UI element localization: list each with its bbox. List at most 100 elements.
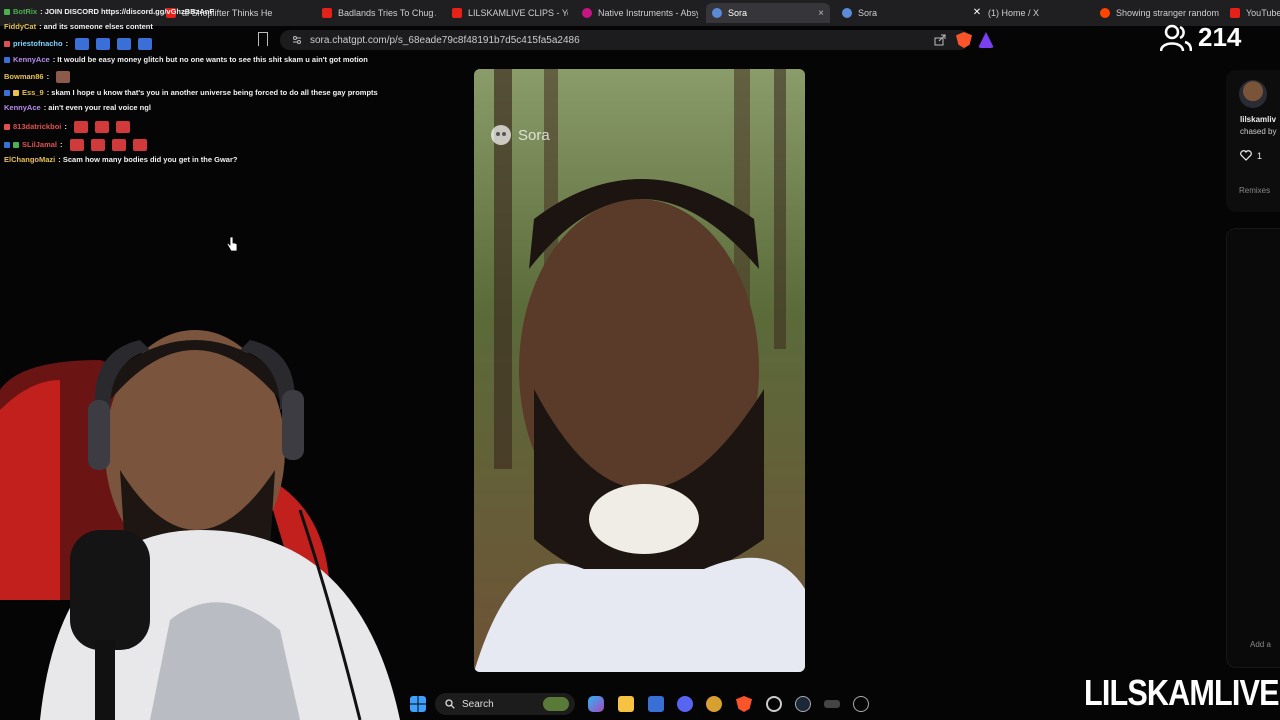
bot-badge-icon — [4, 8, 10, 15]
viewer-count-number: 214 — [1198, 22, 1242, 52]
chat-message: Ess_9 : skam I hope u know that's you in… — [4, 89, 378, 97]
chat-username: 813datrickboi — [13, 122, 62, 132]
sora-watermark-text: Sora — [518, 126, 550, 144]
reddit-icon — [1100, 8, 1110, 18]
sora-video-player[interactable] — [474, 69, 805, 672]
like-button[interactable]: 1 — [1240, 150, 1262, 161]
emote-icon — [90, 139, 105, 151]
tab-native-instruments[interactable]: Native Instruments - Absyn — [576, 3, 698, 23]
emote-icon — [94, 121, 109, 133]
store-icon[interactable] — [648, 696, 664, 712]
app-icon[interactable] — [824, 700, 840, 708]
chrome-icon[interactable] — [766, 696, 782, 712]
heart-icon — [1240, 150, 1252, 161]
video-frame-image — [474, 69, 805, 672]
channel-watermark: LILSKAMLIVE — [1084, 672, 1280, 713]
tab-title: Native Instruments - Absyn — [598, 8, 698, 18]
sub-badge-icon — [4, 56, 10, 63]
emote-icon — [69, 139, 84, 151]
emote-icon — [115, 121, 130, 133]
sora-favicon-icon — [842, 8, 852, 18]
tab-title: Showing stranger random — [1116, 8, 1220, 18]
chat-text: : skam I hope u know that's you in anoth… — [46, 88, 378, 97]
tab-x-home[interactable]: ✕ (1) Home / X — [966, 3, 1086, 23]
steam-icon[interactable] — [795, 696, 811, 712]
chat-username: priestofnacho — [13, 39, 63, 49]
windows-taskbar: Search — [405, 688, 875, 720]
youtube-icon — [452, 8, 462, 18]
chat-username: KennyAce — [13, 55, 50, 64]
emote-icon — [96, 38, 111, 50]
bookmark-icon[interactable] — [258, 32, 268, 46]
windows-start-icon[interactable] — [410, 696, 426, 712]
chat-message: ElChangoMazi : Scam how many bodies did … — [4, 156, 237, 164]
chat-text: : — [60, 140, 63, 150]
close-tab-icon[interactable]: × — [818, 8, 824, 19]
url-field[interactable]: sora.chatgpt.com/p/s_68eade79c8f48191b7d… — [280, 30, 970, 50]
vip-badge-icon — [13, 142, 19, 148]
chat-username: KennyAce — [4, 103, 41, 112]
tab-title: Sora — [728, 8, 748, 18]
tab-title: Sora — [858, 8, 878, 18]
remixes-label[interactable]: Remixes — [1239, 186, 1270, 195]
discord-icon[interactable] — [677, 696, 693, 712]
tab-reddit[interactable]: Showing stranger random — [1094, 3, 1220, 23]
copilot-icon[interactable] — [588, 696, 604, 712]
chat-message: priestofnacho : — [4, 38, 153, 50]
sub-badge-icon — [4, 89, 10, 96]
tab-title: LILSKAMLIVE CLIPS - YouTu — [468, 8, 568, 18]
chat-message: KennyAce : It would be easy money glitch… — [4, 56, 368, 64]
chat-text: : — [65, 39, 69, 49]
chat-message: FiddyCat : and its someone elses content — [4, 23, 153, 31]
address-bar-row: sora.chatgpt.com/p/s_68eade79c8f48191b7d… — [250, 28, 1010, 52]
tab-title: Badlands Tries To Chug A Pi — [338, 8, 436, 18]
share-icon[interactable] — [934, 34, 946, 46]
taskbar-search[interactable]: Search — [435, 693, 575, 715]
native-instruments-icon — [582, 8, 592, 18]
tab-youtube[interactable]: YouTube — [1224, 3, 1280, 23]
people-icon — [1160, 24, 1192, 51]
tab-sora-active[interactable]: Sora × — [706, 3, 830, 23]
youtube-icon — [322, 8, 332, 18]
tab-lilskamlive-clips[interactable]: LILSKAMLIVE CLIPS - YouTu — [446, 3, 568, 23]
chat-username: Bowman86 — [4, 72, 44, 82]
chat-text: : Scam how many bodies did you get in th… — [58, 155, 238, 164]
emote-icon — [117, 38, 132, 50]
comment-input[interactable]: Add a — [1250, 640, 1271, 649]
site-info-icon[interactable] — [292, 35, 302, 45]
tab-title: YouTube — [1246, 8, 1280, 18]
brave-icon[interactable] — [736, 696, 752, 712]
sora-favicon-icon — [712, 8, 722, 18]
sora-watermark: Sora — [490, 124, 550, 146]
comments-panel — [1226, 228, 1280, 668]
chat-text: : and its someone elses content — [39, 22, 153, 31]
chat-text: : — [46, 72, 50, 82]
chat-text: : — [64, 122, 67, 132]
widget-icon[interactable] — [543, 697, 569, 711]
4k-app-icon[interactable] — [853, 696, 869, 712]
post-author[interactable]: lilskamliv — [1240, 115, 1276, 124]
like-count: 1 — [1257, 150, 1263, 161]
emote-icon — [56, 71, 71, 83]
sub-badge-icon — [4, 124, 10, 130]
chat-text: : ain't even your real voice ngl — [43, 103, 151, 112]
hand-cursor-icon — [226, 236, 238, 252]
tab-badlands[interactable]: Badlands Tries To Chug A Pi — [316, 3, 436, 23]
emote-icon — [132, 139, 147, 151]
webcam-overlay — [0, 300, 410, 720]
chat-message: KennyAce : ain't even your real voice ng… — [4, 104, 151, 112]
avatar[interactable] — [1239, 80, 1267, 108]
chat-message: BotRix : JOIN DISCORD https://discord.gg… — [4, 8, 214, 16]
sub-badge-icon — [4, 142, 10, 148]
chat-username: FiddyCat — [4, 22, 37, 31]
sub-badge-icon — [4, 41, 10, 47]
chat-username: Ess_9 — [22, 88, 44, 97]
tab-sora[interactable]: Sora — [836, 3, 956, 23]
emote-icon — [73, 121, 88, 133]
chat-text: : JOIN DISCORD https://discord.gg/vGhzBB… — [40, 7, 214, 16]
app-icon[interactable] — [706, 696, 722, 712]
screen: al Shoplifter Thinks He Badlands Tries T… — [0, 0, 1280, 720]
brave-rewards-icon[interactable] — [978, 32, 994, 48]
youtube-icon — [1230, 8, 1240, 18]
file-explorer-icon[interactable] — [618, 696, 634, 712]
